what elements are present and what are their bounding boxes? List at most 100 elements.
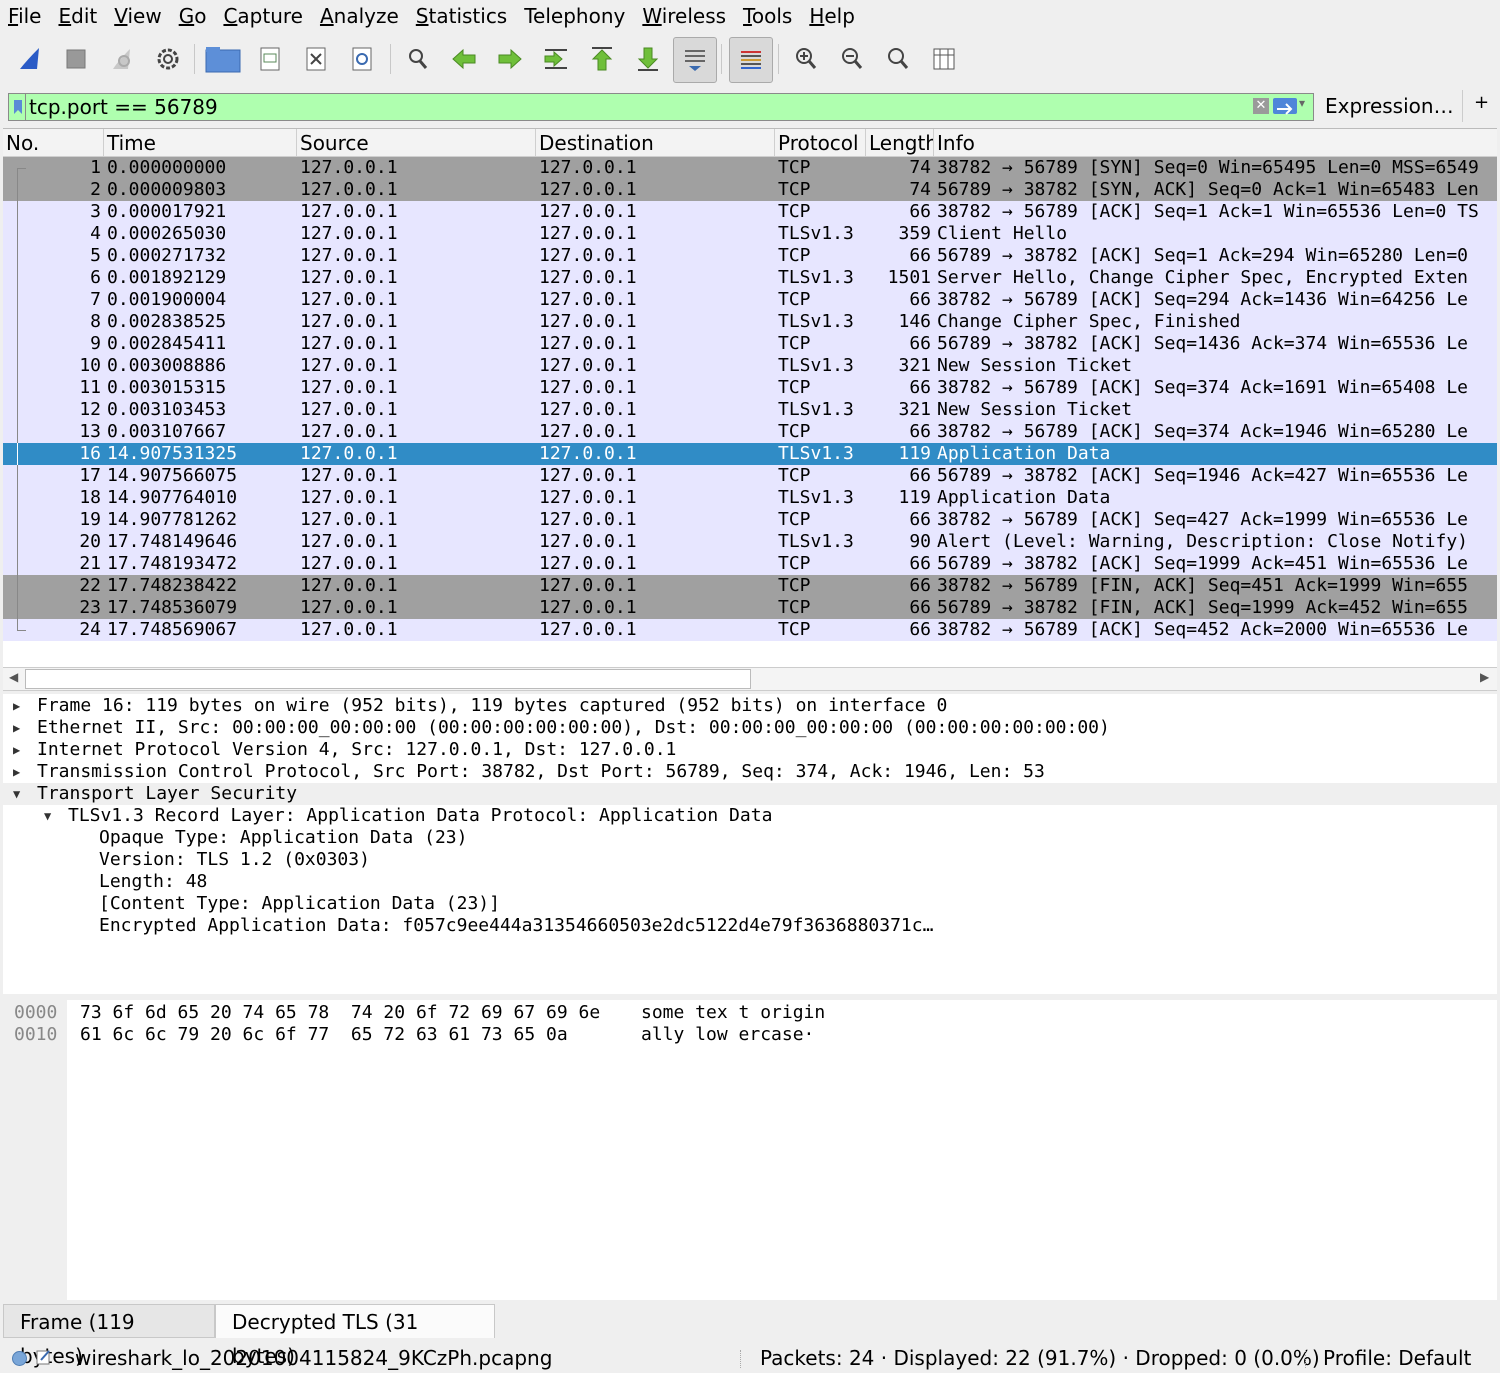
packet-row[interactable]: 11 0.003015315 127.0.0.1 127.0.0.1 TCP 66 3878… [3,377,1497,399]
save-icon[interactable] [251,40,289,78]
collapsed-arrow-icon[interactable]: ▶ [13,695,20,717]
reload-icon[interactable] [343,40,381,78]
packet-row[interactable]: 13 0.003107667 127.0.0.1 127.0.0.1 TCP 66 3878… [3,421,1497,443]
resize-columns-icon[interactable] [925,40,963,78]
profile-label[interactable]: Profile: Default [1323,1344,1471,1372]
column-header-time[interactable]: Time [104,129,297,157]
capture-comment-icon[interactable] [36,1348,52,1366]
packet-row[interactable]: 4 0.000265030 127.0.0.1 127.0.0.1 TLSv1.3 359… [3,223,1497,245]
packet-info: 56789 → 38782 [ACK] Seq=1436 Ack=374 Win… [937,333,1469,354]
stop-icon[interactable] [57,40,95,78]
zoom-out-icon[interactable] [833,40,871,78]
menu-wireless[interactable]: Wireless [634,1,735,31]
expanded-arrow-icon[interactable]: ▼ [44,805,51,827]
packet-row[interactable]: 16 14.907531325 127.0.0.1 127.0.0.1 TLSv1.3 1… [3,443,1497,465]
detail-tree-item[interactable]: ▶ Frame 16: 119 bytes on wire (952 bits),… [3,695,1497,717]
column-header-length[interactable]: Length [866,129,934,157]
byte-hex[interactable]: 73 6f 6d 65 20 74 65 78 74 20 6f 72 69 6… [80,1002,600,1024]
restart-icon[interactable] [103,40,141,78]
packet-list-hscrollbar[interactable]: ◀ ▶ [3,667,1497,691]
column-header-no[interactable]: No. [3,129,104,157]
expert-info-icon[interactable] [12,1351,27,1366]
detail-tree-item[interactable]: ▶ Internet Protocol Version 4, Src: 127.0… [3,739,1497,761]
scrollbar-thumb[interactable] [25,669,751,689]
packet-row[interactable]: 22 17.748238422 127.0.0.1 127.0.0.1 TCP 66 387… [3,575,1497,597]
menu-capture[interactable]: Capture [215,1,312,31]
last-packet-icon[interactable] [629,40,667,78]
detail-tree-item[interactable]: ▼ Transport Layer Security [3,783,1497,805]
column-header-source[interactable]: Source [297,129,536,157]
go-to-packet-icon[interactable] [537,40,575,78]
options-gear-icon[interactable] [149,40,187,78]
filter-text[interactable]: tcp.port == 56789 [29,94,218,120]
packet-row[interactable]: 5 0.000271732 127.0.0.1 127.0.0.1 TCP 66 56789… [3,245,1497,267]
detail-tree-item[interactable]: Opaque Type: Application Data (23) [3,827,1497,849]
packet-row[interactable]: 21 17.748193472 127.0.0.1 127.0.0.1 TCP 66 567… [3,553,1497,575]
display-filter-input[interactable]: tcp.port == 56789 ✕ ▾ [8,93,1314,121]
expanded-arrow-icon[interactable]: ▼ [13,783,20,805]
column-header-info[interactable]: Info [934,129,1497,157]
collapsed-arrow-icon[interactable]: ▶ [13,739,20,761]
detail-tree-item[interactable]: [Content Type: Application Data (23)] [3,893,1497,915]
packet-row[interactable]: 6 0.001892129 127.0.0.1 127.0.0.1 TLSv1.3 150… [3,267,1497,289]
zoom-in-icon[interactable] [787,40,825,78]
shark-fin-start-icon[interactable] [11,40,49,78]
first-packet-icon[interactable] [583,40,621,78]
column-header-destination[interactable]: Destination [536,129,775,157]
packet-row[interactable]: 24 17.748569067 127.0.0.1 127.0.0.1 TCP 66 387… [3,619,1497,641]
menu-statistics[interactable]: Statistics [408,1,516,31]
collapsed-arrow-icon[interactable]: ▶ [13,717,20,739]
menu-view[interactable]: View [106,1,170,31]
add-filter-button[interactable]: + [1474,92,1489,113]
menu-telephony[interactable]: Telephony [516,1,634,31]
apply-filter-icon[interactable] [1273,98,1297,115]
tab-frame[interactable]: Frame (119 bytes) [3,1304,215,1368]
detail-tree-item[interactable]: Version: TLS 1.2 (0x0303) [3,849,1497,871]
column-header-protocol[interactable]: Protocol [775,129,866,157]
scroll-right-icon[interactable]: ▶ [1480,670,1489,684]
menu-help[interactable]: Help [801,1,864,31]
packet-row[interactable]: 23 17.748536079 127.0.0.1 127.0.0.1 TCP 66 567… [3,597,1497,619]
go-back-icon[interactable] [445,40,483,78]
packet-row[interactable]: 8 0.002838525 127.0.0.1 127.0.0.1 TLSv1.3 146… [3,311,1497,333]
packet-row[interactable]: 12 0.003103453 127.0.0.1 127.0.0.1 TLSv1.3 32… [3,399,1497,421]
find-icon[interactable] [399,40,437,78]
packet-row[interactable]: 3 0.000017921 127.0.0.1 127.0.0.1 TCP 66 38782… [3,201,1497,223]
collapsed-arrow-icon[interactable]: ▶ [13,761,20,783]
scroll-left-icon[interactable]: ◀ [9,670,18,684]
byte-ascii[interactable]: some tex t origin [641,1002,825,1024]
packet-row[interactable]: 9 0.002845411 127.0.0.1 127.0.0.1 TCP 66 56789… [3,333,1497,355]
detail-tree-item[interactable]: Length: 48 [3,871,1497,893]
go-forward-icon[interactable] [491,40,529,78]
filter-history-chevron-icon[interactable]: ▾ [1299,96,1305,110]
packet-row[interactable]: 10 0.003008886 127.0.0.1 127.0.0.1 TLSv1.3 32… [3,355,1497,377]
packet-row[interactable]: 19 14.907781262 127.0.0.1 127.0.0.1 TCP 66 387… [3,509,1497,531]
packet-row[interactable]: 20 17.748149646 127.0.0.1 127.0.0.1 TLSv1.3 9… [3,531,1497,553]
close-file-icon[interactable] [297,40,335,78]
expression-button[interactable]: Expression… [1325,94,1454,118]
bookmark-icon[interactable] [12,99,24,115]
byte-hex[interactable]: 61 6c 6c 79 20 6c 6f 77 65 72 63 61 73 6… [80,1024,568,1046]
detail-tree-item[interactable]: ▶ Transmission Control Protocol, Src Port… [3,761,1497,783]
byte-ascii[interactable]: ally low ercase· [641,1024,814,1046]
packet-row[interactable]: 1 0.000000000 127.0.0.1 127.0.0.1 TCP 74 38782… [3,157,1497,179]
tab-decrypted-tls[interactable]: Decrypted TLS (31 bytes) [215,1304,495,1368]
packet-row[interactable]: 2 0.000009803 127.0.0.1 127.0.0.1 TCP 74 56789… [3,179,1497,201]
autoscroll-icon[interactable] [673,37,717,83]
packet-row[interactable]: 17 14.907566075 127.0.0.1 127.0.0.1 TCP 66 567… [3,465,1497,487]
clear-filter-icon[interactable]: ✕ [1253,98,1269,114]
menu-edit[interactable]: Edit [50,1,106,31]
colorize-icon[interactable] [729,37,773,83]
packet-destination: 127.0.0.1 [539,421,637,442]
detail-tree-item[interactable]: ▶ Ethernet II, Src: 00:00:00_00:00:00 (00… [3,717,1497,739]
detail-tree-item[interactable]: Encrypted Application Data: f057c9ee444a… [3,915,1497,937]
packet-row[interactable]: 7 0.001900004 127.0.0.1 127.0.0.1 TCP 66 38782… [3,289,1497,311]
open-folder-icon[interactable] [204,40,242,78]
menu-file[interactable]: File [0,1,50,31]
detail-tree-item[interactable]: ▼ TLSv1.3 Record Layer: Application Data … [3,805,1497,827]
normal-size-icon[interactable] [879,40,917,78]
menu-analyze[interactable]: Analyze [312,1,408,31]
menu-tools[interactable]: Tools [735,1,801,31]
packet-row[interactable]: 18 14.907764010 127.0.0.1 127.0.0.1 TLSv1.3 1… [3,487,1497,509]
menu-go[interactable]: Go [171,1,216,31]
